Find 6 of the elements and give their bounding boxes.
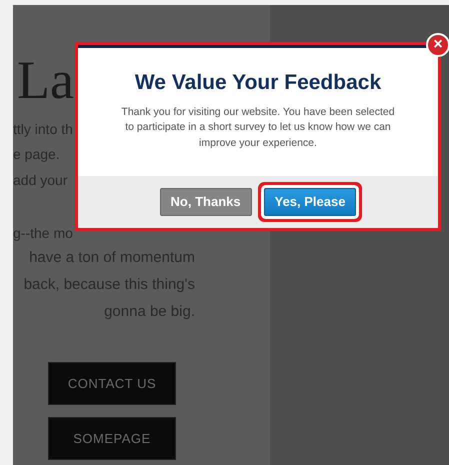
nav-button[interactable]: SOMEPAGE xyxy=(48,417,176,460)
dialog-message: Thank you for visiting our website. You have been selected to participate in a short survey to let us know how we can improve your experience. xyxy=(120,105,396,151)
dialog-title: We Value Your Feedback xyxy=(134,70,382,96)
page-heading: La xyxy=(17,53,74,107)
decline-button[interactable]: No, Thanks xyxy=(160,188,252,216)
nav-button[interactable]: CONTACT US xyxy=(48,362,176,405)
